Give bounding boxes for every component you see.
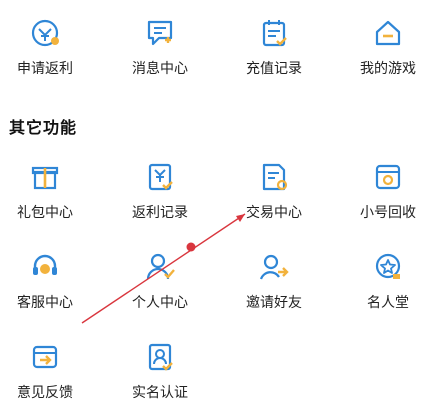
rebate-coin-icon [28,16,62,50]
menu-item-label: 小号回收 [360,205,416,221]
invite-icon [257,250,291,284]
menu-item-trade-center[interactable]: 交易中心 [224,160,324,230]
gift-icon [28,160,62,194]
menu-item-label: 申请返利 [17,61,73,77]
menu-item-rebate-record[interactable]: 返利记录 [110,160,210,230]
id-card-icon [143,340,177,374]
grid-row-3: 意见反馈 实名认证 [0,340,434,410]
menu-item-invite-friends[interactable]: 邀请好友 [224,250,324,320]
menu-item-gift-center[interactable]: 礼包中心 [0,160,95,230]
recharge-record-icon [257,16,291,50]
menu-item-label: 个人中心 [132,295,188,311]
recycle-box-icon [371,160,405,194]
menu-item-label: 礼包中心 [17,205,73,221]
menu-item-alt-account-recycle[interactable]: 小号回收 [338,160,434,230]
home-icon [371,16,405,50]
menu-item-label: 客服中心 [17,295,73,311]
menu-item-label: 名人堂 [367,295,409,311]
trade-icon [257,160,291,194]
menu-item-label: 意见反馈 [17,385,73,401]
headset-icon [28,250,62,284]
menu-item-label: 消息中心 [132,61,188,77]
menu-item-label: 我的游戏 [360,61,416,77]
feedback-icon [28,340,62,374]
menu-item-hall-of-fame[interactable]: 名人堂 [338,250,434,320]
menu-item-label: 返利记录 [132,205,188,221]
grid-row-2: 客服中心 个人中心 邀请好友 名人堂 [0,250,434,320]
menu-item-recharge-record[interactable]: 充值记录 [224,16,324,86]
menu-item-label: 交易中心 [246,205,302,221]
grid-row-1: 礼包中心 返利记录 交易中心 小号回收 [0,160,434,230]
menu-item-customer-service[interactable]: 客服中心 [0,250,95,320]
menu-item-message-center[interactable]: 消息中心 [110,16,210,86]
section-title-other-functions: 其它功能 [9,118,78,137]
top-row: 申请返利 消息中心 充值记录 我的游戏 [0,16,434,86]
rebate-record-icon [143,160,177,194]
menu-item-feedback[interactable]: 意见反馈 [0,340,95,410]
star-badge-icon [371,250,405,284]
menu-item-label: 邀请好友 [246,295,302,311]
menu-item-real-name-verification[interactable]: 实名认证 [110,340,210,410]
menu-item-my-games[interactable]: 我的游戏 [338,16,434,86]
menu-item-apply-rebate[interactable]: 申请返利 [0,16,95,86]
person-icon [143,250,177,284]
menu-item-personal-center[interactable]: 个人中心 [110,250,210,320]
menu-item-label: 充值记录 [246,61,302,77]
menu-item-label: 实名认证 [132,385,188,401]
message-icon [143,16,177,50]
